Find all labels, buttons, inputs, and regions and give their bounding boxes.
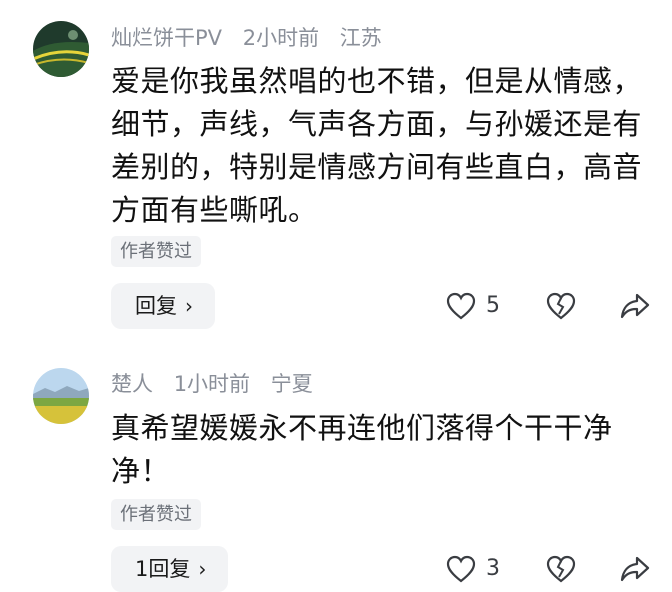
dislike-button[interactable] [546, 555, 576, 583]
avatar[interactable] [33, 21, 89, 77]
share-icon [620, 556, 650, 582]
share-icon [620, 293, 650, 319]
share-button[interactable] [620, 555, 650, 583]
broken-heart-icon [546, 292, 576, 320]
comment-item: 楚人 1小时前 宁夏 真希望媛媛永不再连他们落得个干干净净！ 作者赞过 1回复 ›… [0, 345, 672, 592]
reply-label: 回复 [135, 294, 177, 318]
broken-heart-icon [546, 555, 576, 583]
reply-button[interactable]: 回复 › [111, 283, 215, 329]
like-button[interactable]: 3 [446, 555, 500, 583]
reply-label: 1回复 [135, 557, 191, 581]
share-button[interactable] [620, 292, 650, 320]
comment-time: 2小时前 [242, 26, 320, 50]
like-count: 3 [486, 556, 500, 581]
comment-time: 1小时前 [173, 372, 251, 396]
comment-location: 宁夏 [270, 372, 313, 396]
dislike-button[interactable] [546, 292, 576, 320]
heart-icon [446, 292, 476, 320]
like-count: 5 [486, 293, 500, 318]
landscape-avatar-icon [33, 21, 89, 77]
heart-icon [446, 555, 476, 583]
comment-text: 真希望媛媛永不再连他们落得个干干净净！ [111, 411, 613, 488]
comment-meta: 楚人 1小时前 宁夏 [111, 370, 327, 398]
comment-location: 江苏 [339, 26, 382, 50]
chevron-right-icon: › [185, 294, 193, 318]
comment-text: 爱是你我虽然唱的也不错，但是从情感，细节，声线，气声各方面，与孙媛还是有差别的，… [111, 64, 643, 227]
chevron-right-icon: › [198, 557, 207, 581]
comment-meta: 灿烂饼干PV 2小时前 江苏 [111, 24, 396, 52]
reply-button[interactable]: 1回复 › [111, 546, 229, 592]
grassland-avatar-icon [33, 368, 89, 424]
comment-item: 灿烂饼干PV 2小时前 江苏 爱是你我虽然唱的也不错，但是从情感，细节，声线，气… [0, 0, 672, 345]
author-liked-badge: 作者赞过 [111, 236, 201, 267]
username[interactable]: 灿烂饼干PV [111, 26, 222, 50]
author-liked-badge: 作者赞过 [111, 499, 201, 530]
avatar[interactable] [33, 368, 89, 424]
username[interactable]: 楚人 [111, 372, 153, 396]
like-button[interactable]: 5 [446, 292, 500, 320]
